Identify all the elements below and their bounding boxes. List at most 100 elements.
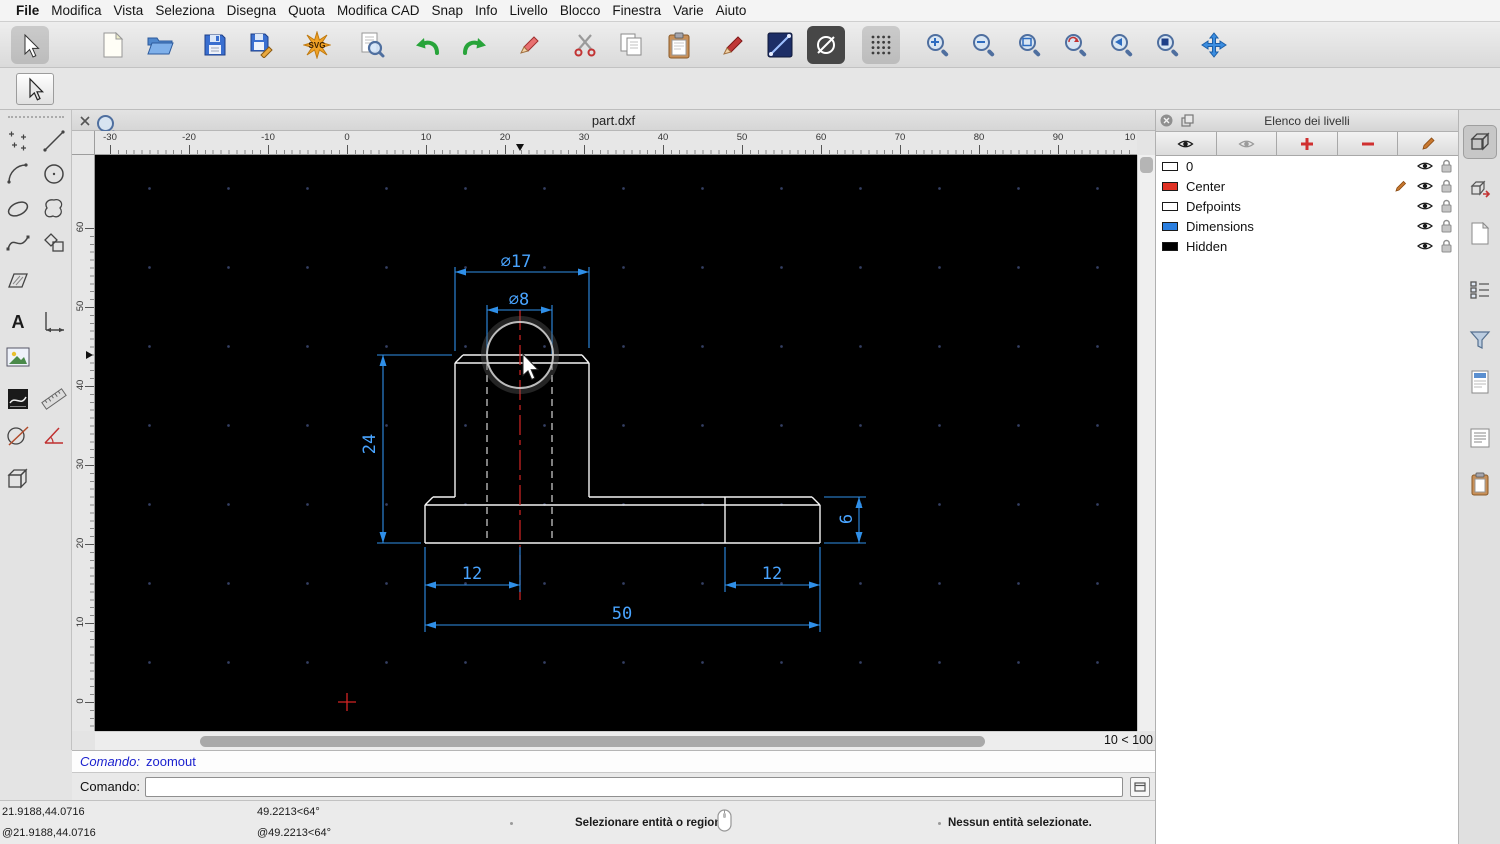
text-list-toggle-button[interactable] xyxy=(1463,421,1497,455)
cube-arrow-icon xyxy=(1469,177,1491,199)
point-tool-button[interactable] xyxy=(2,126,34,156)
hatch-tool-button[interactable] xyxy=(2,266,34,296)
vertical-scrollbar-thumb[interactable] xyxy=(1140,157,1153,173)
layer-lock-icon[interactable] xyxy=(1440,219,1453,236)
redo-button[interactable] xyxy=(455,26,493,64)
command-input[interactable] xyxy=(145,777,1123,797)
measure-tool-button[interactable] xyxy=(38,384,70,414)
layer-row-0[interactable]: 0 xyxy=(1156,156,1458,176)
menu-modifica[interactable]: Modifica xyxy=(45,3,107,18)
menu-snap[interactable]: Snap xyxy=(425,3,469,18)
print-preview-button[interactable] xyxy=(353,26,391,64)
zoom-window-button[interactable] xyxy=(1149,26,1187,64)
new-file-button[interactable] xyxy=(94,26,132,64)
copy-button[interactable] xyxy=(613,26,651,64)
menu-disegna[interactable]: Disegna xyxy=(221,3,283,18)
menu-livello[interactable]: Livello xyxy=(504,3,554,18)
text-lines-icon xyxy=(1469,428,1491,448)
box3d-tool-button[interactable] xyxy=(2,464,34,494)
circle-tool-button[interactable] xyxy=(38,159,70,189)
zoom-in-button[interactable] xyxy=(919,26,957,64)
zoom-out-button[interactable] xyxy=(965,26,1003,64)
zoom-previous-button[interactable] xyxy=(1103,26,1141,64)
menu-aiuto[interactable]: Aiuto xyxy=(710,3,753,18)
layer-row-center[interactable]: Center xyxy=(1156,176,1458,196)
remove-layer-button[interactable] xyxy=(1338,132,1399,155)
undo-button[interactable] xyxy=(409,26,447,64)
save-button[interactable] xyxy=(196,26,234,64)
hide-all-layers-button[interactable] xyxy=(1217,132,1278,155)
paste-button[interactable] xyxy=(660,26,698,64)
layer-visibility-icon[interactable] xyxy=(1417,160,1433,175)
svg-export-button[interactable]: SVG xyxy=(298,26,336,64)
grid-toggle-button[interactable] xyxy=(862,26,900,64)
shape-tool-button[interactable] xyxy=(2,420,34,450)
menu-file[interactable]: File xyxy=(10,3,45,18)
layer-visibility-icon[interactable] xyxy=(1417,220,1433,235)
property-editor-toggle-button[interactable] xyxy=(1463,125,1497,159)
layer-lock-icon[interactable] xyxy=(1440,179,1453,196)
command-options-button[interactable] xyxy=(1130,777,1150,797)
property-pen-button[interactable] xyxy=(715,26,753,64)
save-as-button[interactable] xyxy=(243,26,281,64)
clipboard-panel-toggle-button[interactable] xyxy=(1463,467,1497,501)
arc-tool-button[interactable] xyxy=(2,159,34,189)
show-all-layers-button[interactable] xyxy=(1156,132,1217,155)
erase-pen-button[interactable] xyxy=(511,26,549,64)
layer-visibility-icon[interactable] xyxy=(1417,200,1433,215)
layer-color-swatch[interactable] xyxy=(1162,182,1178,191)
fill-tool-button[interactable] xyxy=(2,384,34,414)
library-browser-toggle-button[interactable] xyxy=(1463,273,1497,307)
no-fill-button[interactable] xyxy=(807,26,845,64)
image-tool-button[interactable] xyxy=(2,342,34,372)
layer-row-defpoints[interactable]: Defpoints xyxy=(1156,196,1458,216)
drawing-canvas[interactable]: ⌀17 ⌀8 24 6 12 12 50 xyxy=(95,155,1137,731)
layer-lock-icon[interactable] xyxy=(1440,199,1453,216)
menu-quota[interactable]: Quota xyxy=(282,3,331,18)
angle-measure-tool-button[interactable] xyxy=(38,420,70,450)
layer-color-swatch[interactable] xyxy=(1162,242,1178,251)
line-tool-button[interactable] xyxy=(38,126,70,156)
layer-lock-icon[interactable] xyxy=(1440,239,1453,256)
select-tool-button[interactable] xyxy=(11,26,49,64)
menu-vista[interactable]: Vista xyxy=(108,3,150,18)
layer-color-swatch[interactable] xyxy=(1162,202,1178,211)
ellipse-tool-button[interactable] xyxy=(2,194,34,224)
layer-row-hidden[interactable]: Hidden xyxy=(1156,236,1458,256)
spline-tool-button[interactable] xyxy=(38,194,70,224)
report-panel-toggle-button[interactable] xyxy=(1463,365,1497,399)
layer-visibility-icon[interactable] xyxy=(1417,180,1433,195)
horizontal-scrollbar-thumb[interactable] xyxy=(200,736,985,747)
layer-visibility-icon[interactable] xyxy=(1417,240,1433,255)
polygon-tool-button[interactable] xyxy=(38,228,70,258)
horizontal-scrollbar[interactable] xyxy=(95,731,1137,750)
cut-button[interactable] xyxy=(566,26,604,64)
menu-varie[interactable]: Varie xyxy=(667,3,710,18)
menu-blocco[interactable]: Blocco xyxy=(554,3,607,18)
zoom-auto-button[interactable] xyxy=(1011,26,1049,64)
sheet-panel-toggle-button[interactable] xyxy=(1463,217,1497,251)
freehand-tool-button[interactable] xyxy=(2,228,34,258)
arc-tool-icon xyxy=(5,161,31,187)
open-file-button[interactable] xyxy=(141,26,179,64)
pan-button[interactable] xyxy=(1195,26,1233,64)
layer-row-dimensions[interactable]: Dimensions xyxy=(1156,216,1458,236)
text-tool-button[interactable]: A xyxy=(2,307,34,337)
edit-layer-button[interactable] xyxy=(1398,132,1458,155)
add-layer-button[interactable] xyxy=(1277,132,1338,155)
menu-info[interactable]: Info xyxy=(469,3,504,18)
layer-color-swatch[interactable] xyxy=(1162,222,1178,231)
block-list-toggle-button[interactable] xyxy=(1463,171,1497,205)
menu-modifica-cad[interactable]: Modifica CAD xyxy=(331,3,426,18)
zoom-redraw-button[interactable] xyxy=(1057,26,1095,64)
layer-color-swatch[interactable] xyxy=(1162,162,1178,171)
line-attributes-button[interactable] xyxy=(761,26,799,64)
layer-lock-icon[interactable] xyxy=(1440,159,1453,176)
palette-drag-handle[interactable] xyxy=(8,116,64,118)
menu-seleziona[interactable]: Seleziona xyxy=(149,3,220,18)
dimension-tool-button[interactable] xyxy=(38,307,70,337)
vertical-scrollbar[interactable] xyxy=(1137,155,1155,731)
menu-finestra[interactable]: Finestra xyxy=(606,3,667,18)
active-select-tool-button[interactable] xyxy=(16,73,54,105)
selection-filter-toggle-button[interactable] xyxy=(1463,323,1497,357)
